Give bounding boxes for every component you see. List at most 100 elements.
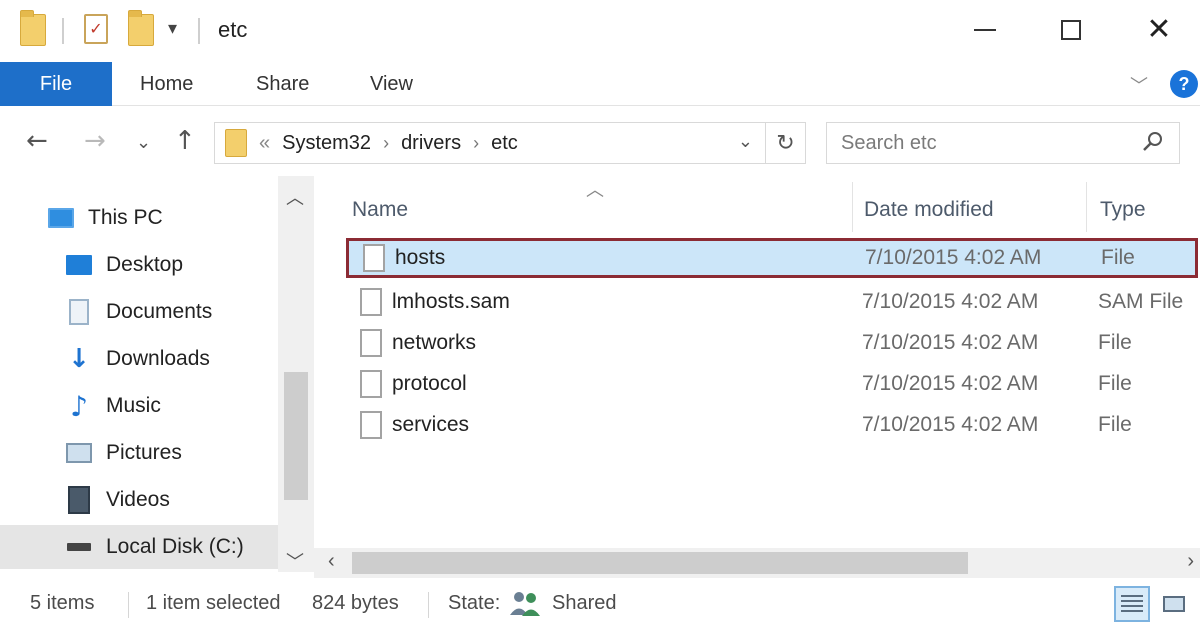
file-icon	[360, 288, 382, 316]
refresh-icon: ↻	[776, 130, 795, 155]
file-icon	[360, 329, 382, 357]
expand-ribbon-icon[interactable]: ﹀	[1130, 72, 1148, 98]
sidebar-item-music[interactable]: ♪ Music	[0, 384, 278, 428]
file-type: File	[1098, 331, 1132, 354]
sidebar-item-this-pc[interactable]: This PC	[0, 196, 278, 240]
sidebar-item-label: Videos	[106, 488, 170, 511]
navigation-bar: ← → ⌄ ↑ « System32 › drivers › etc ⌄ ↻	[0, 106, 1200, 176]
breadcrumb-overflow[interactable]: «	[259, 132, 270, 155]
navigation-pane: This PC Desktop Documents ↓ Downloads ♪ …	[0, 176, 278, 572]
search-icon[interactable]	[1141, 130, 1165, 154]
toolbar-divider	[198, 18, 200, 44]
column-header-date-modified[interactable]: Date modified	[864, 190, 994, 230]
column-divider[interactable]	[852, 182, 853, 232]
back-arrow-icon[interactable]: ←	[26, 126, 48, 156]
recent-locations-icon[interactable]: ⌄	[136, 132, 151, 153]
maximize-button[interactable]	[1048, 8, 1094, 52]
status-divider	[428, 592, 429, 618]
file-date: 7/10/2015 4:02 AM	[865, 246, 1042, 269]
tab-home[interactable]: Home	[140, 62, 193, 106]
new-folder-icon[interactable]	[128, 10, 154, 46]
file-row-hosts[interactable]: hosts 7/10/2015 4:02 AM File	[346, 238, 1198, 278]
shared-users-icon	[510, 592, 540, 616]
status-divider	[128, 592, 129, 618]
file-icon	[360, 370, 382, 398]
navigation-scrollbar[interactable]: ︿ ﹀	[278, 176, 314, 572]
scroll-left-icon[interactable]: ‹	[328, 550, 335, 573]
desktop-icon	[66, 253, 92, 277]
sidebar-item-pictures[interactable]: Pictures	[0, 431, 278, 475]
sidebar-item-label: Pictures	[106, 441, 182, 464]
file-icon	[360, 411, 382, 439]
maximize-icon	[1061, 20, 1081, 40]
scrollbar-thumb[interactable]	[284, 372, 308, 500]
help-icon[interactable]: ?	[1170, 70, 1198, 98]
search-input[interactable]	[841, 131, 1121, 155]
close-button[interactable]: ✕	[1136, 8, 1182, 52]
scroll-up-icon[interactable]: ︿	[286, 184, 304, 210]
folder-icon	[20, 10, 46, 46]
ribbon: File Home Share View ﹀ ?	[0, 62, 1200, 106]
scrollbar-thumb[interactable]	[352, 552, 968, 574]
sidebar-item-documents[interactable]: Documents	[0, 290, 278, 334]
breadcrumb-item[interactable]: drivers	[401, 132, 461, 155]
file-row[interactable]: networks 7/10/2015 4:02 AM File	[346, 323, 1198, 363]
selection-size: 824 bytes	[312, 592, 399, 614]
scroll-right-icon[interactable]: ›	[1187, 550, 1194, 573]
address-bar[interactable]: « System32 › drivers › etc ⌄	[214, 122, 766, 164]
forward-arrow-icon[interactable]: →	[84, 126, 106, 156]
state-value: Shared	[552, 592, 617, 614]
breadcrumb: « System32 › drivers › etc	[259, 132, 518, 155]
sidebar-item-downloads[interactable]: ↓ Downloads	[0, 337, 278, 381]
file-type: File	[1101, 246, 1135, 269]
chevron-down-icon[interactable]: ⌄	[738, 131, 753, 152]
column-divider[interactable]	[1086, 182, 1087, 232]
file-name: lmhosts.sam	[392, 290, 510, 313]
file-row[interactable]: lmhosts.sam 7/10/2015 4:02 AM SAM File	[346, 282, 1198, 322]
customize-toolbar-icon[interactable]: ▾	[168, 18, 177, 39]
large-icons-view-icon	[1163, 596, 1185, 612]
minimize-button[interactable]	[962, 8, 1008, 52]
refresh-button[interactable]: ↻	[766, 122, 806, 164]
tab-share[interactable]: Share	[256, 62, 309, 106]
tab-view[interactable]: View	[370, 62, 413, 106]
documents-icon	[66, 299, 92, 325]
file-name: protocol	[392, 372, 467, 395]
sidebar-item-videos[interactable]: Videos	[0, 478, 278, 522]
details-view-icon	[1121, 595, 1143, 613]
status-bar: 5 items 1 item selected 824 bytes State:…	[0, 580, 1200, 627]
breadcrumb-item[interactable]: etc	[491, 132, 518, 155]
properties-icon[interactable]: ✓	[84, 14, 108, 44]
file-type: SAM File	[1098, 290, 1184, 313]
minimize-icon	[974, 29, 996, 31]
file-icon	[363, 244, 385, 272]
up-arrow-icon[interactable]: ↑	[174, 126, 196, 156]
chevron-right-icon[interactable]: ›	[473, 133, 479, 154]
selection-count: 1 item selected	[146, 592, 281, 614]
sidebar-item-local-disk[interactable]: Local Disk (C:)	[0, 525, 278, 569]
breadcrumb-item[interactable]: System32	[282, 132, 371, 155]
horizontal-scrollbar[interactable]: ‹ ›	[314, 548, 1200, 578]
large-icons-view-button[interactable]	[1156, 586, 1192, 622]
sidebar-item-label: Desktop	[106, 253, 184, 276]
file-row[interactable]: protocol 7/10/2015 4:02 AM File	[346, 364, 1198, 404]
search-box[interactable]	[826, 122, 1180, 164]
chevron-right-icon[interactable]: ›	[383, 133, 389, 154]
tab-file[interactable]: File	[0, 62, 112, 106]
music-icon: ♪	[70, 389, 88, 423]
sidebar-item-desktop[interactable]: Desktop	[0, 243, 278, 287]
file-row[interactable]: services 7/10/2015 4:02 AM File	[346, 405, 1198, 445]
sort-ascending-icon: ︿	[586, 180, 604, 200]
column-header-name[interactable]: Name	[352, 190, 408, 230]
column-header-type[interactable]: Type	[1100, 190, 1146, 230]
sidebar-item-label: Downloads	[106, 347, 210, 370]
videos-icon	[66, 486, 92, 514]
file-name: networks	[392, 331, 477, 354]
file-date: 7/10/2015 4:02 AM	[862, 331, 1039, 354]
file-date: 7/10/2015 4:02 AM	[862, 372, 1039, 395]
scroll-down-icon[interactable]: ﹀	[286, 548, 304, 574]
details-view-button[interactable]	[1114, 586, 1150, 622]
file-type: File	[1098, 413, 1132, 436]
pictures-icon	[66, 441, 92, 465]
window-title: etc	[218, 17, 248, 42]
